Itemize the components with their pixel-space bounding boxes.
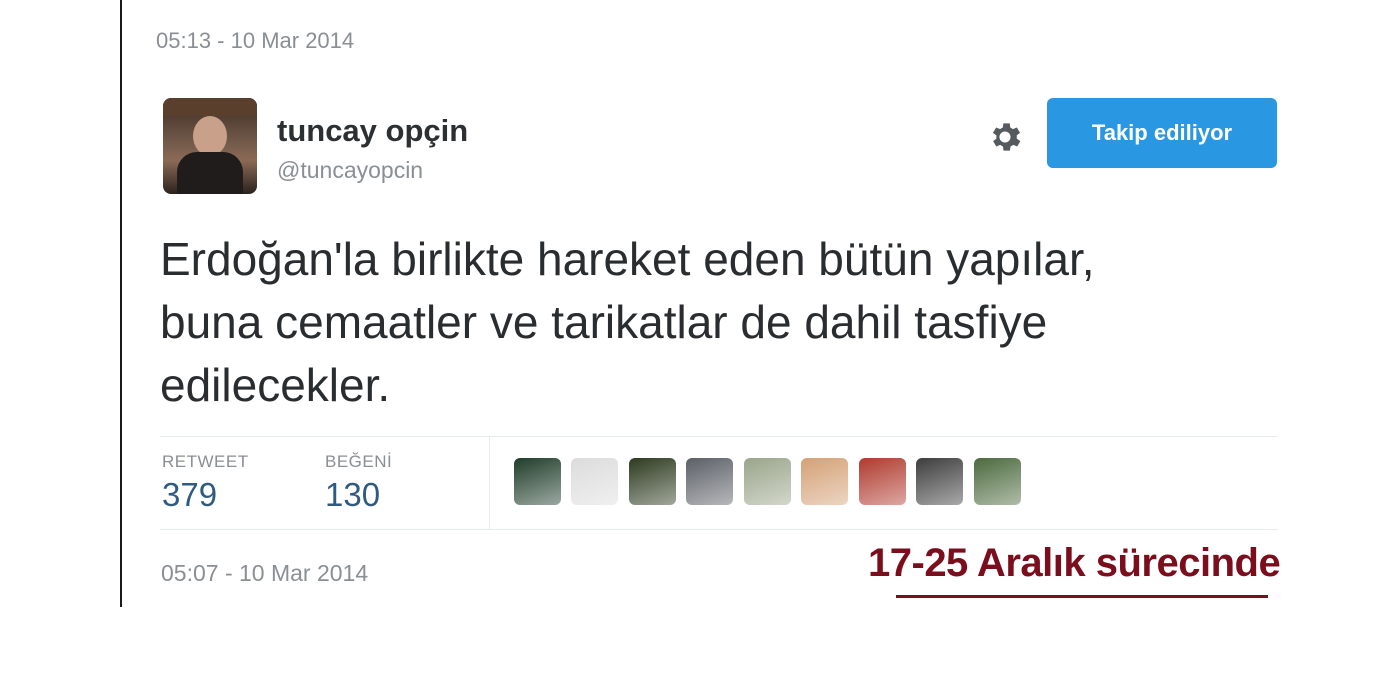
liker-avatar-8[interactable]	[916, 458, 963, 505]
avatar-body	[177, 152, 243, 194]
liker-avatar-2[interactable]	[571, 458, 618, 505]
liker-avatar-5[interactable]	[744, 458, 791, 505]
tweet-timestamp[interactable]: 05:07 - 10 Mar 2014	[161, 560, 368, 587]
liker-avatar-4[interactable]	[686, 458, 733, 505]
following-button[interactable]: Takip ediliyor	[1047, 98, 1277, 168]
liker-avatar-7[interactable]	[859, 458, 906, 505]
liker-avatar-9[interactable]	[974, 458, 1021, 505]
left-divider	[120, 0, 122, 607]
user-handle[interactable]: @tuncayopcin	[277, 157, 423, 184]
divider	[160, 436, 1278, 437]
retweet-count[interactable]: 379	[162, 476, 217, 514]
divider	[160, 529, 1278, 530]
like-count[interactable]: 130	[325, 476, 380, 514]
avatar-face	[193, 116, 227, 156]
stats-separator	[489, 436, 490, 530]
retweet-label: RETWEET	[162, 452, 249, 471]
liker-avatar-3[interactable]	[629, 458, 676, 505]
gear-icon[interactable]	[986, 118, 1024, 156]
tweet-line: buna cemaatler ve tarikatlar de dahil ta…	[160, 296, 1048, 348]
avatar[interactable]	[163, 98, 257, 194]
tweet-text: Erdoğan'la birlikte hareket eden bütün y…	[160, 228, 1280, 417]
liker-avatar-1[interactable]	[514, 458, 561, 505]
like-label: BEĞENİ	[325, 452, 393, 471]
overlay-caption: 17-25 Aralık sürecinde	[868, 541, 1281, 585]
tweet-line: Erdoğan'la birlikte hareket eden bütün y…	[160, 233, 1095, 285]
user-display-name[interactable]: tuncay opçin	[277, 113, 468, 149]
tweet-line: edilecekler.	[160, 359, 391, 411]
liker-avatar-6[interactable]	[801, 458, 848, 505]
avatar-background	[163, 98, 257, 116]
caption-underline	[896, 595, 1268, 598]
previous-tweet-timestamp: 05:13 - 10 Mar 2014	[156, 28, 355, 53]
